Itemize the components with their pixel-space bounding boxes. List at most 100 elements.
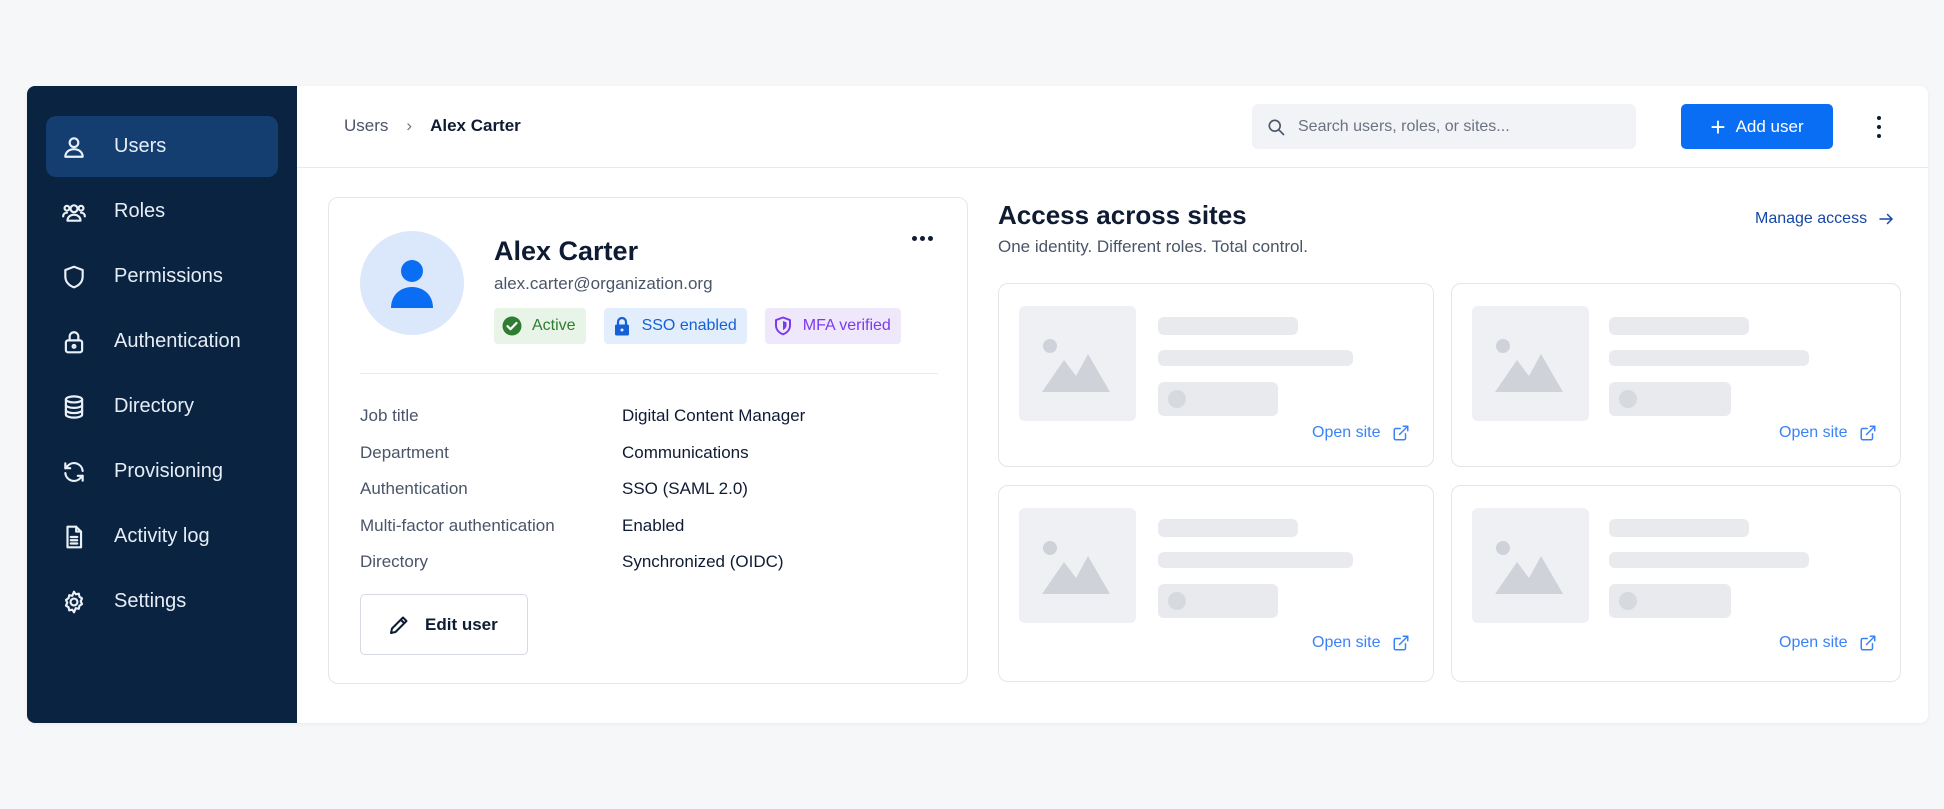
site-card[interactable]: Open site xyxy=(1451,283,1901,467)
site-card[interactable]: Open site xyxy=(998,283,1434,467)
plus-icon: + xyxy=(1710,111,1726,142)
open-site-link[interactable]: Open site xyxy=(1312,634,1410,652)
external-link-icon xyxy=(1860,635,1876,651)
sidebar-item-label: Permissions xyxy=(114,265,223,287)
detail-row: Department Communications xyxy=(360,435,938,472)
user-email: alex.carter@organization.org xyxy=(494,274,713,293)
lock-icon xyxy=(60,328,88,356)
detail-value: Communications xyxy=(622,442,749,462)
top-bar: Users › Alex Carter + Add user xyxy=(297,86,1928,168)
manage-access-label: Manage access xyxy=(1755,210,1868,227)
badge-label: MFA verified xyxy=(802,317,891,334)
manage-access-link[interactable]: Manage access xyxy=(1755,210,1895,228)
detail-row: Directory Synchronized (OIDC) xyxy=(360,544,938,581)
status-badge-mfa: MFA verified xyxy=(764,308,901,344)
open-site-link[interactable]: Open site xyxy=(1779,424,1877,442)
sidebar-item-label: Authentication xyxy=(114,330,241,352)
detail-label: Job title xyxy=(360,406,419,426)
gear-icon xyxy=(60,588,88,616)
section-title: Access across sites xyxy=(998,200,1247,230)
detail-value: SSO (SAML 2.0) xyxy=(622,479,748,499)
sidebar-item-directory[interactable]: Directory xyxy=(46,376,278,437)
external-link-icon xyxy=(1860,425,1876,441)
pencil-icon xyxy=(390,616,408,634)
skeleton-line xyxy=(1609,552,1809,568)
skeleton-line xyxy=(1609,350,1809,366)
divider xyxy=(360,373,938,374)
add-user-button[interactable]: + Add user xyxy=(1681,104,1833,149)
skeleton-pill xyxy=(1158,382,1278,416)
users-group-icon xyxy=(60,198,88,226)
sidebar-item-users[interactable]: Users xyxy=(46,116,278,177)
search-input[interactable] xyxy=(1298,117,1618,136)
sidebar-item-label: Roles xyxy=(114,200,166,222)
sidebar-item-label: Settings xyxy=(114,590,187,612)
open-site-label: Open site xyxy=(1779,634,1848,651)
sync-icon xyxy=(60,458,88,486)
add-user-label: Add user xyxy=(1735,116,1804,136)
avatar xyxy=(360,231,464,335)
external-link-icon xyxy=(1393,425,1409,441)
user-name: Alex Carter xyxy=(494,236,639,266)
image-placeholder-icon xyxy=(1019,306,1136,421)
breadcrumb: Users › Alex Carter xyxy=(344,116,521,136)
sidebar: Users Roles Permissions Authentication D… xyxy=(27,86,297,723)
open-site-label: Open site xyxy=(1779,424,1848,441)
search-box[interactable] xyxy=(1252,104,1636,149)
open-site-link[interactable]: Open site xyxy=(1312,424,1410,442)
site-card[interactable]: Open site xyxy=(1451,485,1901,682)
detail-value: Digital Content Manager xyxy=(622,406,806,426)
sidebar-item-label: Users xyxy=(114,135,167,157)
detail-label: Authentication xyxy=(360,479,468,499)
detail-value: Enabled xyxy=(622,515,685,535)
open-site-label: Open site xyxy=(1312,424,1381,441)
skeleton-line xyxy=(1158,519,1298,537)
chevron-right-icon: › xyxy=(406,116,413,135)
user-details: Job title Digital Content Manager Depart… xyxy=(360,398,938,581)
skeleton-line xyxy=(1158,350,1353,366)
external-link-icon xyxy=(1393,635,1409,651)
skeleton-pill xyxy=(1609,584,1731,618)
skeleton-pill xyxy=(1609,382,1731,416)
badge-label: Active xyxy=(532,317,576,334)
shield-icon xyxy=(60,263,88,291)
badge-label: SSO enabled xyxy=(641,317,737,334)
detail-label: Department xyxy=(360,442,449,462)
detail-value: Synchronized (OIDC) xyxy=(622,552,784,572)
shield-icon xyxy=(774,316,791,336)
detail-row: Authentication SSO (SAML 2.0) xyxy=(360,471,938,508)
lock-icon xyxy=(614,316,629,336)
more-options-icon[interactable] xyxy=(1869,112,1889,142)
detail-label: Directory xyxy=(360,552,429,572)
image-placeholder-icon xyxy=(1472,508,1589,623)
skeleton-line xyxy=(1158,317,1298,335)
search-icon xyxy=(1268,119,1285,135)
edit-user-button[interactable]: Edit user xyxy=(360,594,528,655)
breadcrumb-current: Alex Carter xyxy=(430,116,521,135)
status-badges: Active SSO enabled MFA verified xyxy=(494,308,901,344)
detail-row: Job title Digital Content Manager xyxy=(360,398,938,435)
detail-label: Multi-factor authentication xyxy=(360,515,555,535)
sidebar-item-permissions[interactable]: Permissions xyxy=(46,246,278,307)
arrow-right-icon xyxy=(1879,213,1893,225)
edit-user-label: Edit user xyxy=(425,614,498,634)
sidebar-item-label: Directory xyxy=(114,395,195,417)
open-site-label: Open site xyxy=(1312,634,1381,651)
sidebar-item-label: Provisioning xyxy=(114,460,223,482)
sidebar-item-authentication[interactable]: Authentication xyxy=(46,311,278,372)
breadcrumb-users-link[interactable]: Users xyxy=(344,116,388,136)
open-site-link[interactable]: Open site xyxy=(1779,634,1877,652)
sidebar-item-roles[interactable]: Roles xyxy=(46,181,278,242)
skeleton-pill xyxy=(1158,584,1278,618)
skeleton-line xyxy=(1158,552,1353,568)
image-placeholder-icon xyxy=(1472,306,1589,421)
sidebar-item-activity-log[interactable]: Activity log xyxy=(46,506,278,567)
card-menu-icon[interactable] xyxy=(912,236,933,241)
sidebar-item-settings[interactable]: Settings xyxy=(46,571,278,632)
site-card[interactable]: Open site xyxy=(998,485,1434,682)
status-badge-sso: SSO enabled xyxy=(603,308,747,344)
sidebar-item-provisioning[interactable]: Provisioning xyxy=(46,441,278,502)
detail-row: Multi-factor authentication Enabled xyxy=(360,508,938,545)
section-subtitle: One identity. Different roles. Total con… xyxy=(998,237,1308,256)
skeleton-line xyxy=(1609,317,1749,335)
